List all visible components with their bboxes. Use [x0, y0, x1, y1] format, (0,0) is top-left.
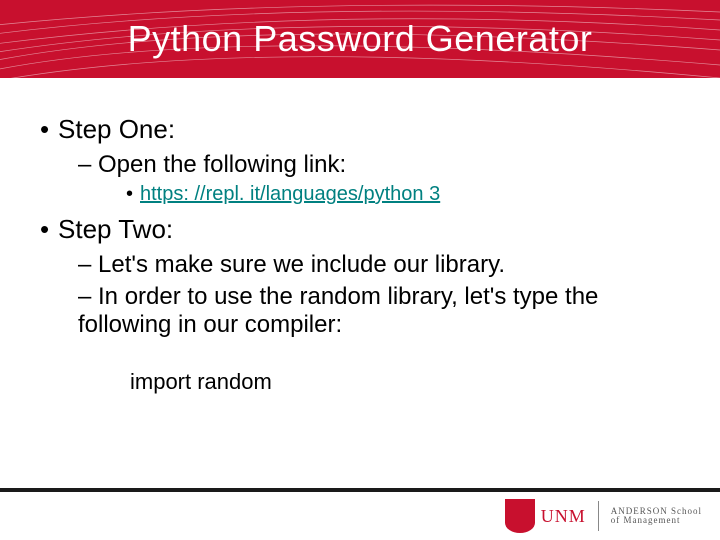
- bullet-include-library: – Let's make sure we include our library…: [78, 251, 690, 279]
- bullet-dot-icon: •: [126, 183, 140, 206]
- shield-icon: [505, 499, 535, 533]
- logo-divider: [598, 501, 599, 531]
- bullet-step-one: •Step One:: [40, 114, 690, 145]
- include-library-text: – Let's make sure we include our library…: [78, 251, 505, 278]
- import-random-code: import random: [130, 369, 272, 394]
- code-line: import random: [130, 369, 690, 395]
- bullet-step-two: •Step Two:: [40, 214, 690, 245]
- bullet-dot-icon: •: [40, 114, 58, 145]
- logo-school-text: ANDERSON School of Management: [611, 507, 702, 525]
- slide-title: Python Password Generator: [128, 18, 593, 60]
- step-one-label: Step One:: [58, 114, 175, 144]
- unm-logo: UNM ANDERSON School of Management: [505, 499, 702, 533]
- bullet-open-link: – Open the following link:: [78, 151, 690, 179]
- bullet-dot-icon: •: [40, 214, 58, 245]
- bullet-link-row: •https: //repl. it/languages/python 3: [126, 183, 690, 206]
- type-following-text: – In order to use the random library, le…: [78, 283, 598, 338]
- slide: Python Password Generator •Step One: – O…: [0, 0, 720, 540]
- logo-unm-text: UNM: [541, 506, 586, 527]
- slide-body: •Step One: – Open the following link: •h…: [0, 78, 720, 540]
- repl-link[interactable]: https: //repl. it/languages/python 3: [140, 183, 440, 205]
- open-link-text: – Open the following link:: [78, 151, 346, 178]
- logo-school-line2: of Management: [611, 516, 702, 525]
- slide-footer: UNM ANDERSON School of Management: [0, 488, 720, 540]
- slide-header: Python Password Generator: [0, 0, 720, 78]
- bullet-type-following: – In order to use the random library, le…: [78, 283, 690, 339]
- step-two-label: Step Two:: [58, 214, 173, 244]
